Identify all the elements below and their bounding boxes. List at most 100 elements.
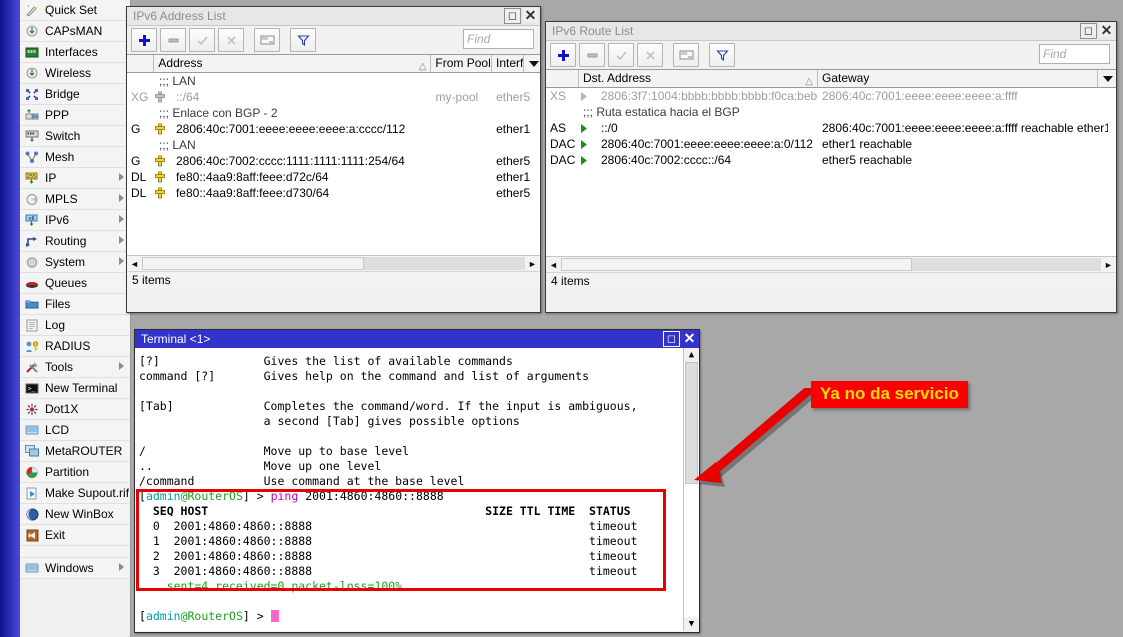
row-address: fe80::4aa9:8aff:feee:d730/64 [172, 185, 432, 201]
vscroll-track[interactable] [684, 362, 699, 617]
sidebar-item-bridge[interactable]: Bridge [20, 84, 130, 105]
scroll-left-icon[interactable]: ◄ [546, 258, 561, 271]
sidebar-item-lcd[interactable]: LCD [20, 420, 130, 441]
route-hscrollbar[interactable]: ◄ ► [546, 256, 1116, 272]
terminal-ping-summary: sent=4 received=0 packet-loss=100% [139, 579, 699, 594]
sidebar-item-tools[interactable]: Tools [20, 357, 130, 378]
vscroll-thumb[interactable] [685, 362, 698, 484]
sidebar-item-ipv6[interactable]: v6 IPv6 [20, 210, 130, 231]
sidebar-item-label: Partition [45, 465, 89, 479]
scroll-left-icon[interactable]: ◄ [127, 257, 142, 270]
terminal-titlebar[interactable]: Terminal <1> ◻ ✕ [135, 330, 699, 348]
table-comment-row[interactable]: ;;; LAN [127, 137, 540, 153]
sidebar-item-mpls[interactable]: MPLS [20, 189, 130, 210]
enable-route-button[interactable] [608, 43, 634, 67]
table-row[interactable]: DLfe80::4aa9:8aff:feee:d730/64ether5 [127, 185, 540, 201]
table-comment-row[interactable]: ;;; Enlace con BGP - 2 [127, 105, 540, 121]
hscroll-track[interactable] [561, 258, 1101, 271]
maximize-button[interactable]: ◻ [663, 331, 680, 347]
table-row[interactable]: DAC2806:40c:7001:eeee:eeee:eeee:a:0/112e… [546, 136, 1116, 152]
sidebar-item-queues[interactable]: Queues [20, 273, 130, 294]
chevron-down-icon [529, 61, 539, 67]
scroll-up-icon[interactable]: ▲ [684, 348, 699, 362]
address-window-titlebar[interactable]: IPv6 Address List ◻ ✕ [127, 7, 540, 26]
sidebar-item-label: Dot1X [45, 402, 78, 416]
sidebar-item-quick-set[interactable]: Quick Set [20, 0, 130, 21]
close-icon[interactable]: ✕ [682, 331, 697, 345]
column-flags[interactable] [127, 55, 154, 72]
remove-route-button[interactable] [579, 43, 605, 67]
terminal-text-lines: [?] Gives the list of available commands… [139, 354, 699, 624]
sidebar-item-system[interactable]: System [20, 252, 130, 273]
remove-address-button[interactable] [160, 28, 186, 52]
close-icon[interactable]: ✕ [523, 8, 538, 22]
table-comment-row[interactable]: ;;; LAN [127, 73, 540, 89]
column-from-pool[interactable]: From Pool [431, 55, 492, 72]
sidebar-item-make-supout[interactable]: Make Supout.rif [20, 483, 130, 504]
table-row[interactable]: XS2806:3f7:1004:bbbb:bbbb:bbbb:f0ca:bebe… [546, 88, 1116, 104]
sidebar-item-exit[interactable]: Exit [20, 525, 130, 546]
sidebar-item-new-winbox[interactable]: New WinBox [20, 504, 130, 525]
sidebar-item-ppp[interactable]: PPP [20, 105, 130, 126]
disable-address-button[interactable] [218, 28, 244, 52]
disable-route-button[interactable] [637, 43, 663, 67]
filter-icon[interactable] [709, 43, 735, 67]
route-window-titlebar[interactable]: IPv6 Route List ◻ ✕ [546, 22, 1116, 41]
sidebar-item-files[interactable]: Files [20, 294, 130, 315]
address-hscrollbar[interactable]: ◄ ► [127, 255, 540, 271]
address-find-input[interactable]: Find [463, 29, 534, 49]
column-interface[interactable]: Interf [492, 55, 524, 72]
scroll-right-icon[interactable]: ► [1101, 258, 1116, 271]
maximize-button[interactable]: ◻ [504, 8, 521, 24]
comment-icon[interactable] [673, 43, 699, 67]
scroll-down-icon[interactable]: ▼ [684, 617, 699, 631]
table-row[interactable]: AS::/02806:40c:7001:eeee:eeee:eeee:a:fff… [546, 120, 1116, 136]
address-pin-icon [154, 89, 172, 105]
sidebar-item-mesh[interactable]: Mesh [20, 147, 130, 168]
table-row[interactable]: DAC2806:40c:7002:cccc::/64ether5 reachab… [546, 152, 1116, 168]
route-find-input[interactable]: Find [1039, 44, 1110, 64]
hscroll-track[interactable] [142, 257, 525, 270]
close-icon[interactable]: ✕ [1099, 23, 1114, 37]
sidebar-item-metarouter[interactable]: MetaROUTER [20, 441, 130, 462]
address-pin-icon [154, 121, 172, 137]
hscroll-thumb[interactable] [142, 257, 364, 270]
hscroll-thumb[interactable] [561, 258, 912, 271]
sidebar-item-interfaces[interactable]: Interfaces [20, 42, 130, 63]
enable-address-button[interactable] [189, 28, 215, 52]
column-address[interactable]: Address △ [154, 55, 431, 72]
column-chooser-button[interactable] [1098, 70, 1114, 87]
table-row[interactable]: DLfe80::4aa9:8aff:feee:d72c/64ether1 [127, 169, 540, 185]
scroll-right-icon[interactable]: ► [525, 257, 540, 270]
sidebar-item-log[interactable]: Log [20, 315, 130, 336]
row-flags: AS [546, 120, 579, 136]
filter-icon[interactable] [290, 28, 316, 52]
table-row[interactable]: G2806:40c:7001:eeee:eeee:eeee:a:cccc/112… [127, 121, 540, 137]
sidebar-item-capsman[interactable]: CAPsMAN [20, 21, 130, 42]
row-interface: ether1 [492, 121, 540, 137]
table-row[interactable]: G2806:40c:7002:cccc:1111:1111:1111:254/6… [127, 153, 540, 169]
sidebar-item-dot1x[interactable]: Dot1X [20, 399, 130, 420]
terminal-output[interactable]: [?] Gives the list of available commands… [135, 348, 699, 631]
add-address-button[interactable] [131, 28, 157, 52]
table-comment-row[interactable]: ;;; Ruta estatica hacia el BGP [546, 104, 1116, 120]
sidebar-item-partition[interactable]: Partition [20, 462, 130, 483]
maximize-button[interactable]: ◻ [1080, 23, 1097, 39]
column-chooser-button[interactable] [524, 55, 540, 72]
table-row[interactable]: XG::/64my-poolether5 [127, 89, 540, 105]
sidebar-item-ip[interactable]: 255 IP [20, 168, 130, 189]
terminal-vscrollbar[interactable]: ▲ ▼ [683, 348, 699, 631]
chevron-right-icon [119, 236, 124, 244]
sidebar-item-wireless[interactable]: Wireless [20, 63, 130, 84]
comment-icon[interactable] [254, 28, 280, 52]
column-flags[interactable] [546, 70, 579, 87]
sidebar-item-label: Log [45, 318, 65, 332]
sidebar-item-routing[interactable]: Routing [20, 231, 130, 252]
sidebar-item-switch[interactable]: Switch [20, 126, 130, 147]
sidebar-item-windows[interactable]: Windows [20, 558, 130, 579]
sidebar-item-radius[interactable]: RADIUS [20, 336, 130, 357]
column-dst-address[interactable]: Dst. Address △ [579, 70, 818, 87]
add-route-button[interactable] [550, 43, 576, 67]
column-gateway[interactable]: Gateway [818, 70, 1098, 87]
sidebar-item-new-terminal[interactable]: >_ New Terminal [20, 378, 130, 399]
